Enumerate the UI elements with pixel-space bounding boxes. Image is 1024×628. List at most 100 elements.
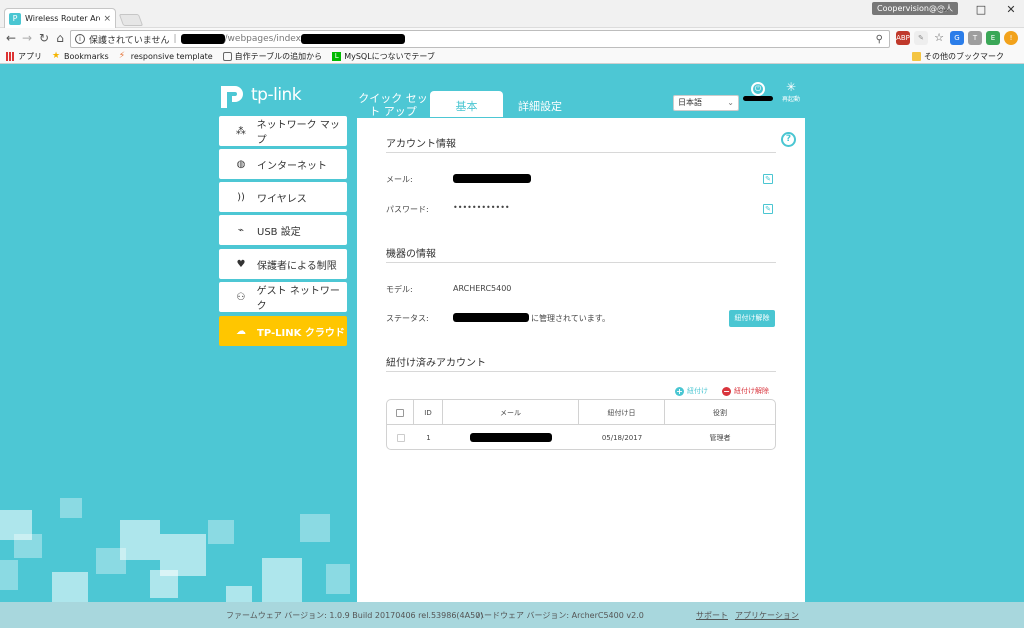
password-label: パスワード: — [386, 205, 429, 214]
bookmark-apps[interactable]: アプリ — [6, 51, 42, 62]
address-bar[interactable]: i 保護されていません | /webpages/index ⚲ — [70, 30, 890, 48]
redacted-account — [743, 96, 773, 101]
column-header-role: 役割 — [713, 408, 727, 417]
edit-email-icon[interactable]: ✎ — [763, 174, 773, 184]
help-icon[interactable]: ? — [781, 132, 796, 147]
tab-quick-setup[interactable]: クイック セット アップ — [358, 92, 428, 118]
info-icon[interactable]: i — [75, 34, 85, 44]
extension-icons: ABP ✎ ☆ G T E ! ⋮ — [896, 31, 1024, 45]
cloud-icon: ☁ — [236, 325, 246, 337]
add-binding-button[interactable]: + 紐付け — [675, 386, 708, 396]
maximize-button[interactable]: □ — [966, 2, 996, 18]
divider — [386, 262, 776, 263]
row-date: 05/18/2017 — [601, 433, 643, 442]
browser-titlebar: P Wireless Router Archer C × Coopervisio… — [0, 0, 1024, 28]
column-header-date: 紐付け日 — [579, 400, 665, 425]
sidebar-item-parental-controls[interactable]: ♥ 保護者による制限 — [219, 249, 347, 279]
sidebar-item-network-map[interactable]: ⁂ ネットワーク マップ — [219, 116, 347, 146]
forward-arrow-icon[interactable]: → — [20, 31, 34, 45]
edit-password-icon[interactable]: ✎ — [763, 204, 773, 214]
language-select[interactable]: 日本語 ⌄ — [673, 95, 739, 111]
home-icon[interactable]: ⌂ — [53, 31, 67, 45]
router-page: tp-link クイック セット アップ 基本 詳細設定 日本語 ⌄ ⏻ ✳ 再… — [0, 64, 1024, 628]
model-value: ARCHERC5400 — [453, 284, 512, 293]
password-value: •••••••••••• — [453, 203, 510, 212]
sidebar-item-internet[interactable]: ◍ インターネット — [219, 149, 347, 179]
pen-extension-icon[interactable]: ✎ — [914, 31, 928, 45]
sidebar-item-usb[interactable]: ⌁ USB 設定 — [219, 215, 347, 245]
security-status: 保護されていません — [89, 35, 170, 46]
status-text: に管理されています。 — [531, 314, 610, 323]
column-header-email: メール — [443, 400, 579, 425]
model-label: モデル: — [386, 285, 413, 294]
row-checkbox[interactable] — [396, 433, 405, 442]
redacted-url — [300, 34, 405, 44]
sidebar-item-wireless[interactable]: )) ワイヤレス — [219, 182, 347, 212]
unbind-button[interactable]: 紐付け解除 — [729, 310, 775, 327]
usb-icon: ⌁ — [237, 224, 245, 236]
support-link[interactable]: サポート — [696, 611, 728, 620]
tab-title: Wireless Router Archer C — [25, 14, 100, 23]
table-header-row: ID メール 紐付け日 役割 — [387, 400, 775, 425]
table-row[interactable]: 1 05/18/2017 管理者 — [387, 425, 775, 449]
remove-binding-button[interactable]: − 紐付け解除 — [722, 386, 769, 396]
wifi-icon: )) — [237, 191, 245, 203]
alert-extension-icon[interactable]: ! — [1004, 31, 1018, 45]
abp-extension-icon[interactable]: ABP — [896, 31, 910, 45]
logo-text: tp-link — [251, 85, 302, 105]
minus-circle-icon: − — [722, 386, 731, 396]
tp-link-logo: tp-link — [219, 82, 302, 108]
bookmark-responsive-template[interactable]: ⚡ responsive template — [118, 51, 213, 62]
column-header-id: ID — [414, 400, 443, 425]
tab-close-icon[interactable]: × — [103, 14, 111, 24]
tp-link-logo-icon — [219, 82, 247, 108]
bookmarks-bar: アプリ ★ Bookmarks ⚡ responsive template 自作… — [0, 50, 1024, 64]
bookmark-table-add[interactable]: 自作テーブルの追加から — [222, 51, 322, 62]
reboot-button[interactable]: ✳ 再起動 — [779, 80, 803, 103]
hardware-version: ハードウェア バージョン: ArcherC5400 v2.0 — [476, 611, 644, 620]
redacted-host — [180, 34, 225, 44]
tp-link-favicon-icon: P — [9, 12, 21, 25]
tab-basic[interactable]: 基本 — [430, 91, 503, 117]
close-window-button[interactable]: ✕ — [996, 2, 1024, 18]
redacted-email — [453, 174, 531, 183]
network-map-icon: ⁂ — [235, 125, 246, 137]
sidebar-item-tp-link-cloud[interactable]: ☁ TP-LINK クラウド — [219, 316, 347, 346]
minimize-button[interactable]: — — [928, 2, 958, 18]
account-info-title: アカウント情報 — [386, 139, 456, 150]
bound-accounts-title: 紐付け済みアカウント — [386, 358, 486, 369]
leaf-icon: ⚡ — [118, 51, 126, 61]
heart-hands-icon: ♥ — [236, 258, 246, 270]
text-extension-icon[interactable]: T — [968, 31, 982, 45]
reload-icon[interactable]: ↻ — [37, 31, 51, 45]
select-all-checkbox[interactable] — [396, 408, 404, 417]
translate-extension-icon[interactable]: G — [950, 31, 964, 45]
logout-icon[interactable]: ⏻ — [751, 82, 765, 96]
firmware-version: ファームウェア バージョン: 1.0.9 Build 20170406 rel.… — [226, 611, 484, 620]
other-bookmarks[interactable]: その他のブックマーク — [912, 51, 1004, 62]
evernote-extension-icon[interactable]: E — [986, 31, 1000, 45]
select-all-cell — [387, 400, 414, 425]
new-tab-button[interactable] — [118, 14, 144, 26]
chevron-down-icon: ⌄ — [727, 98, 734, 107]
back-arrow-icon[interactable]: ← — [4, 31, 18, 45]
page-footer: ファームウェア バージョン: 1.0.9 Build 20170406 rel.… — [0, 602, 1024, 628]
divider — [386, 371, 776, 372]
browser-toolbar: ← → ↻ ⌂ i 保護されていません | /webpages/index ⚲ … — [0, 28, 1024, 50]
app-link[interactable]: アプリケーション — [735, 611, 799, 620]
bookmark-star-icon[interactable]: ☆ — [932, 31, 946, 45]
pin-icon[interactable]: ⚲ — [876, 34, 883, 45]
extension-icon — [222, 52, 232, 61]
redacted-status-account — [453, 313, 529, 322]
content-panel: ? アカウント情報 メール: ✎ パスワード: •••••••••••• ✎ 機… — [357, 118, 805, 628]
sidebar-item-guest-network[interactable]: ⚇ ゲスト ネットワーク — [219, 282, 347, 312]
reboot-spinner-icon: ✳ — [785, 80, 797, 94]
bookmark-bookmarks[interactable]: ★ Bookmarks — [52, 51, 109, 62]
line-l-icon: L — [332, 52, 342, 61]
folder-icon — [912, 52, 921, 61]
redacted-row-email — [470, 433, 552, 442]
bookmark-mysql[interactable]: L MySQLにつないでテーブ — [332, 51, 435, 62]
browser-tab[interactable]: P Wireless Router Archer C × — [4, 8, 116, 28]
star-icon: ★ — [52, 51, 61, 61]
email-label: メール: — [386, 175, 413, 184]
